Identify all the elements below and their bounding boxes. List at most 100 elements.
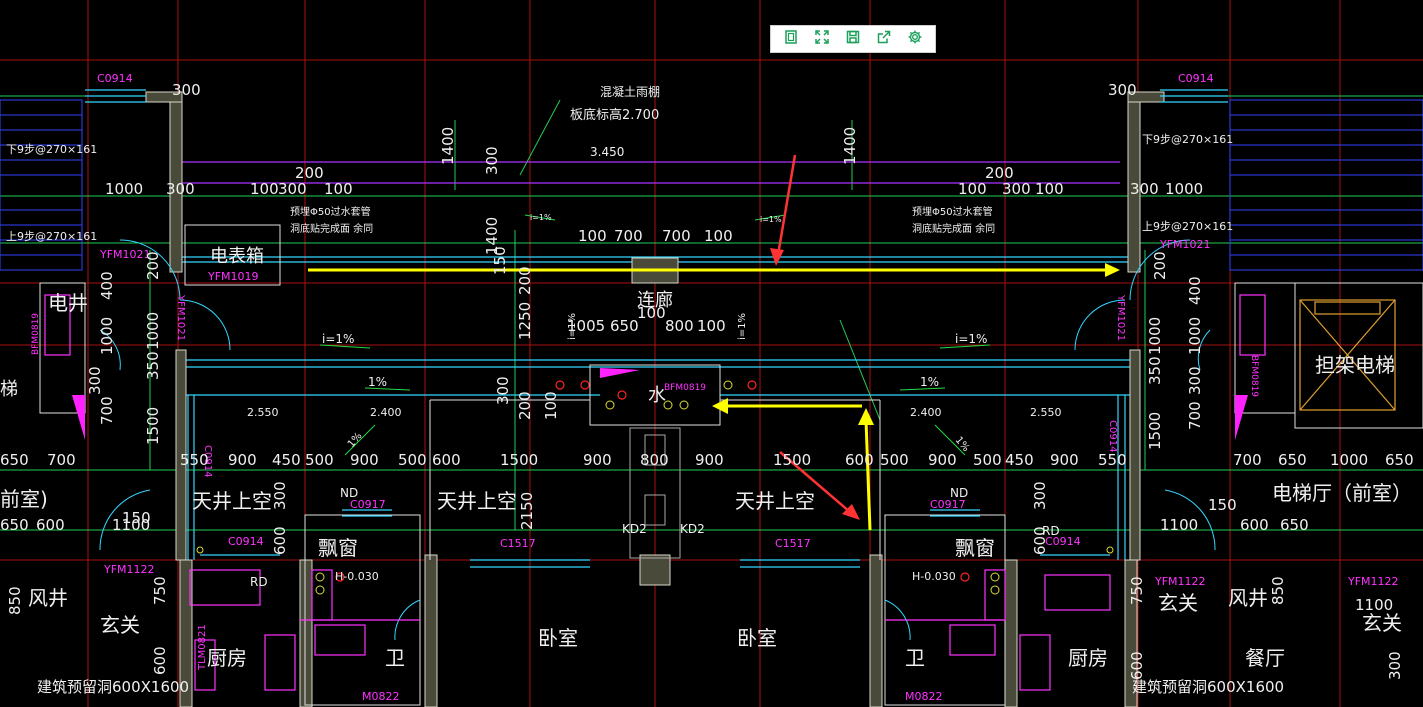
svg-text:100: 100 [1035, 180, 1064, 198]
tag: KD2 [622, 522, 647, 536]
svg-text:300: 300 [1130, 180, 1159, 198]
window-tag: C0914 [228, 535, 264, 548]
svg-text:500: 500 [305, 451, 334, 469]
svg-text:300: 300 [166, 180, 195, 198]
stair-note: 下9步@270×161 [1142, 133, 1233, 146]
svg-text:i=1%: i=1% [760, 215, 782, 224]
door-tag: YFM1122 [1154, 575, 1206, 588]
svg-text:200: 200 [516, 391, 534, 420]
door-tag: BFM0819 [31, 313, 41, 355]
svg-text:600: 600 [271, 526, 289, 555]
svg-text:600: 600 [36, 516, 65, 534]
room-label: 卧室 [538, 626, 578, 650]
svg-text:200: 200 [1151, 251, 1169, 280]
elevation: 2.550 [1030, 406, 1062, 419]
elevation: 2.550 [247, 406, 279, 419]
cad-floor-plan: C0914 C0914 YFM1021 YFM1021 YFM1019 C091… [0, 0, 1423, 707]
svg-text:600: 600 [1240, 516, 1269, 534]
svg-text:650: 650 [0, 516, 29, 534]
svg-text:1000: 1000 [1186, 317, 1204, 355]
settings-button[interactable] [902, 28, 928, 50]
svg-text:450: 450 [272, 451, 301, 469]
svg-text:700: 700 [47, 451, 76, 469]
svg-text:1000: 1000 [144, 312, 162, 350]
share-button[interactable] [871, 28, 897, 50]
room-label: 餐厅 [1245, 646, 1285, 670]
svg-text:600: 600 [151, 646, 169, 675]
svg-text:600: 600 [1128, 651, 1146, 680]
svg-text:900: 900 [695, 451, 724, 469]
svg-text:100: 100 [637, 304, 666, 322]
annotation: 预埋Φ50过水套管 [290, 205, 371, 218]
stair-note: 上9步@270×161 [6, 230, 97, 243]
fullscreen-icon [814, 29, 830, 49]
window-tag: C0914 [97, 72, 133, 85]
svg-text:1400: 1400 [841, 127, 859, 165]
svg-text:550: 550 [1098, 451, 1127, 469]
svg-text:500: 500 [398, 451, 427, 469]
room-label: 风井 [1228, 586, 1268, 610]
svg-text:300: 300 [278, 180, 307, 198]
svg-text:900: 900 [228, 451, 257, 469]
frame-button[interactable] [778, 28, 804, 50]
annotation: 建筑预留洞600X1600 [37, 678, 189, 696]
svg-text:1500: 1500 [1146, 412, 1164, 450]
svg-text:400: 400 [1186, 276, 1204, 305]
svg-text:350: 350 [1146, 356, 1164, 385]
elevation: 2.400 [370, 406, 402, 419]
svg-text:700: 700 [614, 227, 643, 245]
room-label: 卫 [905, 646, 925, 670]
svg-text:200: 200 [516, 266, 534, 295]
svg-text:650: 650 [1278, 451, 1307, 469]
viewer-toolbar [770, 25, 936, 53]
svg-text:i=1%: i=1% [737, 313, 748, 340]
room-label: 玄关 [1362, 611, 1402, 635]
svg-text:i=1%: i=1% [567, 313, 578, 340]
room-label: 玄关 [1158, 591, 1198, 615]
svg-text:700: 700 [662, 227, 691, 245]
svg-text:850: 850 [6, 586, 24, 615]
annotation: 板底标高2.700 [570, 107, 659, 123]
svg-text:1400: 1400 [439, 127, 457, 165]
svg-text:300: 300 [1186, 366, 1204, 395]
tag: KD2 [680, 522, 705, 536]
svg-text:300: 300 [494, 376, 512, 405]
door-tag: YFM1019 [207, 270, 259, 283]
svg-text:900: 900 [928, 451, 957, 469]
svg-text:300: 300 [1386, 651, 1404, 680]
door-tag: M0822 [362, 690, 400, 703]
door-tag: YFM1122 [1347, 575, 1399, 588]
svg-text:550: 550 [180, 451, 209, 469]
tag: ND [340, 486, 358, 500]
svg-text:1250: 1250 [516, 302, 534, 340]
svg-text:800: 800 [665, 317, 694, 335]
window-tag: C1517 [775, 537, 811, 550]
svg-text:1%: 1% [920, 375, 939, 389]
svg-text:750: 750 [1128, 576, 1146, 605]
svg-text:700: 700 [98, 396, 116, 425]
door-tag: YFM1021 [175, 294, 186, 341]
svg-text:400: 400 [98, 271, 116, 300]
svg-text:450: 450 [1005, 451, 1034, 469]
stair-note: 下9步@270×161 [6, 143, 97, 156]
door-tag: YFM1122 [103, 563, 155, 576]
svg-text:650: 650 [1385, 451, 1414, 469]
door-tag: YFM1021 [1115, 294, 1126, 341]
svg-text:300: 300 [172, 81, 201, 99]
save-button[interactable] [840, 28, 866, 50]
elevation: 3.450 [590, 145, 624, 159]
svg-text:750: 750 [151, 576, 169, 605]
annotation: 建筑预留洞600X1600 [1132, 678, 1284, 696]
svg-text:300: 300 [1108, 81, 1137, 99]
room-label: 水 [648, 385, 666, 406]
svg-text:900: 900 [1050, 451, 1079, 469]
svg-text:2150: 2150 [518, 492, 536, 530]
svg-text:300: 300 [1031, 481, 1049, 510]
fullscreen-button[interactable] [809, 28, 835, 50]
elevation: 2.400 [910, 406, 942, 419]
svg-text:350: 350 [144, 351, 162, 380]
svg-text:100: 100 [704, 227, 733, 245]
svg-text:1500: 1500 [773, 451, 811, 469]
svg-text:100: 100 [697, 317, 726, 335]
svg-text:1500: 1500 [144, 407, 162, 445]
